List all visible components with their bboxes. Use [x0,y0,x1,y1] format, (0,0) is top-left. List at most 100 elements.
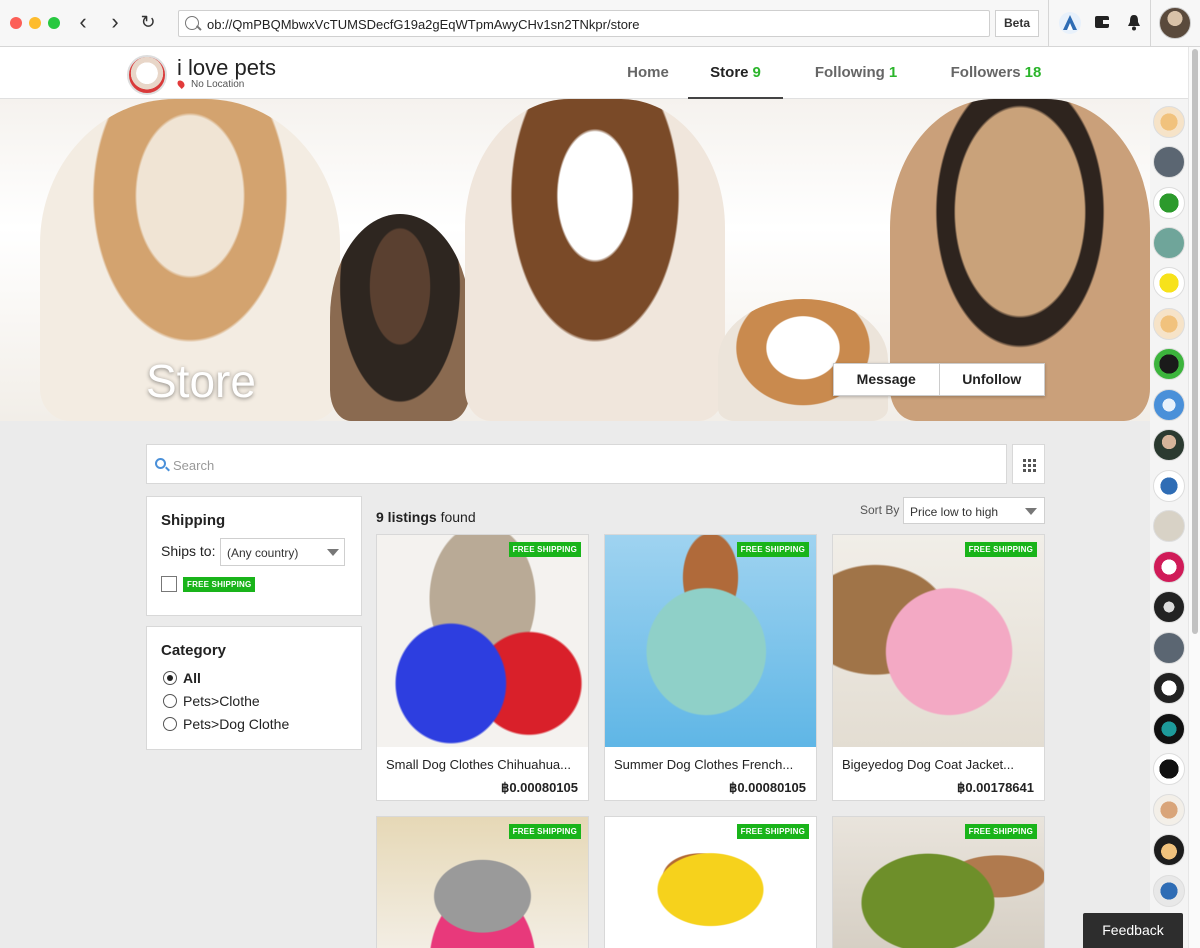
listing-image[interactable] [377,535,588,747]
free-shipping-badge: FREE SHIPPING [508,542,581,557]
follower-avatar[interactable] [1153,551,1185,583]
unfollow-button[interactable]: Unfollow [938,364,1045,395]
follower-avatar[interactable] [1153,591,1185,623]
search-input[interactable] [173,454,993,476]
tab-following[interactable]: Following 1 [800,47,912,99]
follower-avatar[interactable] [1153,348,1185,380]
country-select-value: (Any country) [227,546,299,560]
radio-unselected[interactable] [163,694,177,708]
hero-banner: Store Message Unfollow [0,99,1150,421]
follower-avatar[interactable] [1153,187,1185,219]
store-name[interactable]: i love pets [177,55,276,81]
tab-label: Following [814,64,885,81]
listing-title[interactable]: Bigeyedog Dog Coat Jacket... [842,757,1035,772]
category-label: All [183,670,201,686]
reload-icon[interactable]: ↻ [137,9,159,35]
store-avatar[interactable] [127,55,167,95]
shipping-filter-panel: Shipping Ships to: (Any country) FREE SH… [146,496,362,616]
follower-avatar[interactable] [1153,713,1185,745]
grid-view-button[interactable] [1012,444,1045,484]
address-bar[interactable]: ob://QmPBQMbwxVcTUMSDecfG19a2gEqWTpmAwyC… [178,10,990,37]
follower-avatar[interactable] [1153,308,1185,340]
tab-label: Followers [950,64,1021,81]
radio-unselected[interactable] [163,717,177,731]
follower-avatar[interactable] [1153,672,1185,704]
follower-avatar[interactable] [1153,794,1185,826]
follower-avatar[interactable] [1153,227,1185,259]
listing-card[interactable]: FREE SHIPPING [604,816,817,948]
listing-card[interactable]: FREE SHIPPING [832,816,1045,948]
feedback-button[interactable]: Feedback [1083,913,1183,948]
free-shipping-checkbox[interactable] [161,576,177,592]
listing-count-number: 9 listings [376,509,437,525]
listing-price: ฿0.00080105 [501,780,578,795]
tab-label: Store [710,64,749,81]
exotic-cat-image [718,299,888,421]
category-filter-panel: Category All Pets>Clothe Pets>Dog Clothe [146,626,362,750]
listing-title[interactable]: Summer Dog Clothes French... [614,757,807,772]
panel-title: Category [161,642,227,659]
tab-label: Home [627,64,669,81]
free-shipping-badge: FREE SHIPPING [736,542,809,557]
listing-image[interactable] [833,535,1044,747]
search-icon [185,16,199,30]
radio-selected[interactable] [163,671,177,685]
notifications-bell-icon[interactable] [1127,14,1141,31]
follower-avatar[interactable] [1153,146,1185,178]
listing-card[interactable]: FREE SHIPPING Small Dog Clothes Chihuahu… [376,534,589,801]
free-shipping-badge: FREE SHIPPING [964,824,1037,839]
scrollbar-thumb[interactable] [1192,49,1198,634]
follower-avatar[interactable] [1153,510,1185,542]
sort-select[interactable]: Price low to high [903,497,1045,524]
window-close-button[interactable] [10,17,22,29]
kitten-image [330,214,470,421]
window-minimize-button[interactable] [29,17,41,29]
follower-avatar[interactable] [1153,267,1185,299]
category-label: Pets>Dog Clothe [183,716,290,732]
listing-price: ฿0.00080105 [729,780,806,795]
free-shipping-badge: FREE SHIPPING [964,542,1037,557]
country-select[interactable]: (Any country) [220,538,345,566]
forward-arrow-icon[interactable]: › [104,9,126,35]
category-label: Pets>Clothe [183,693,260,709]
beta-button[interactable]: Beta [995,10,1039,37]
tab-home[interactable]: Home [594,47,702,99]
free-shipping-badge: FREE SHIPPING [736,824,809,839]
search-box[interactable] [146,444,1007,484]
window-zoom-button[interactable] [48,17,60,29]
follower-avatar[interactable] [1153,632,1185,664]
toolbar-divider [1150,0,1151,47]
listing-title[interactable]: Small Dog Clothes Chihuahua... [386,757,579,772]
chevron-down-icon [1025,508,1037,515]
back-arrow-icon[interactable]: ‹ [72,9,94,35]
openbazaar-logo-icon[interactable] [1058,11,1082,35]
basset-hound-image [465,99,725,421]
tab-followers[interactable]: Followers 18 [935,47,1057,99]
tab-count: 18 [1024,64,1042,81]
follower-avatar[interactable] [1153,106,1185,138]
chevron-down-icon [327,549,339,556]
follower-avatar[interactable] [1153,834,1185,866]
follower-avatar[interactable] [1153,389,1185,421]
tab-store[interactable]: Store 9 [688,47,783,99]
follower-avatar[interactable] [1153,875,1185,907]
address-url[interactable]: ob://QmPBQMbwxVcTUMSDecfG19a2gEqWTpmAwyC… [207,17,640,32]
page-scrollbar[interactable] [1188,47,1200,948]
follower-avatar[interactable] [1153,753,1185,785]
listing-card[interactable]: FREE SHIPPING Bigeyedog Dog Coat Jacket.… [832,534,1045,801]
search-icon [155,458,166,469]
listing-card[interactable]: FREE SHIPPING [376,816,589,948]
sort-by-label: Sort By [860,503,900,517]
listing-image[interactable] [605,535,816,747]
follower-avatar[interactable] [1153,429,1185,461]
message-button[interactable]: Message [834,364,939,395]
listing-count-suffix: found [440,509,476,525]
followers-rail [1150,99,1188,948]
listing-count: 9 listings found [376,509,476,525]
listing-card[interactable]: FREE SHIPPING Summer Dog Clothes French.… [604,534,817,801]
user-avatar[interactable] [1159,7,1191,39]
wallet-icon[interactable] [1094,15,1110,29]
follower-avatar[interactable] [1153,470,1185,502]
browser-toolbar: ‹ › ↻ ob://QmPBQMbwxVcTUMSDecfG19a2gEqWT… [0,0,1200,47]
panel-title: Shipping [161,512,226,529]
